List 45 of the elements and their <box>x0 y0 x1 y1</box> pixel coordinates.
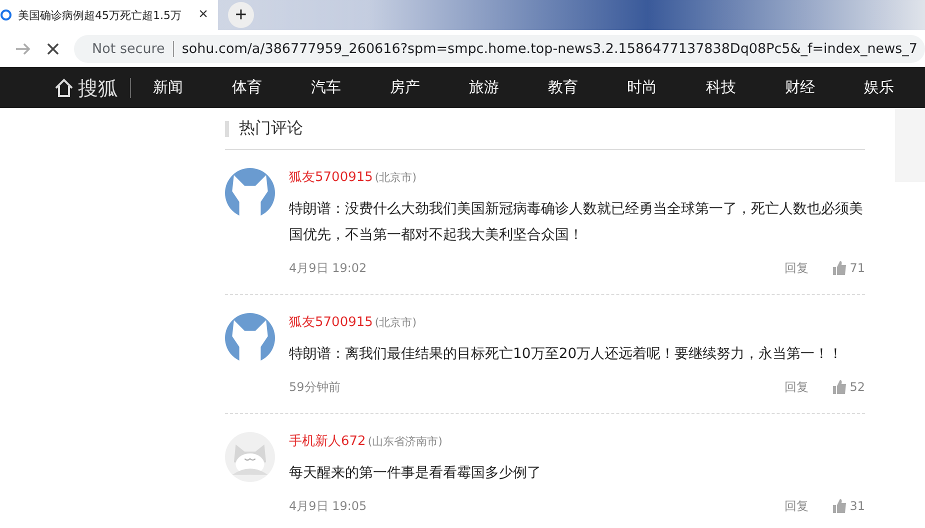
comment-text: 特朗谱：离我们最佳结果的目标死亡10万至20万人还远着呢！要继续努力，永当第一！！ <box>289 345 844 364</box>
fox-avatar[interactable] <box>225 313 275 363</box>
browser-tab[interactable]: 美国确诊病例超45万死亡超1.5万 × <box>0 0 218 30</box>
user-location: (北京市) <box>374 315 416 330</box>
security-label: Not secure <box>92 40 174 56</box>
username-link[interactable]: 手机新人672 <box>289 432 366 450</box>
cat-avatar[interactable] <box>225 432 275 482</box>
user-location: (北京市) <box>374 170 416 185</box>
like-button[interactable]: 31 <box>832 499 865 513</box>
reply-link[interactable]: 回复 <box>784 378 809 396</box>
comment-time: 59分钟前 <box>289 378 342 396</box>
user-location: (山东省济南市) <box>368 434 442 449</box>
username-link[interactable]: 狐友5700915 <box>289 168 373 186</box>
stop-icon[interactable] <box>46 42 60 56</box>
like-button[interactable]: 52 <box>832 380 865 394</box>
comment-text: 特朗谱：没费什么大劲我们美国新冠病毒确诊人数就已经勇当全球第一了，死亡人数也必须美国优先，不当第一都对不起我大美利坚合众国！ <box>289 200 864 245</box>
nav-link[interactable]: 教育 <box>548 78 627 97</box>
address-bar[interactable]: Not secure sohu.com/a/386777959_260616?spm=smpc.home.top-news3.2.1586477137838Dq08Pc5&_f=index_news_7 <box>74 34 925 62</box>
comment-text: 每天醒来的第一件事是看看霉国多少例了 <box>289 464 542 483</box>
like-button[interactable]: 71 <box>832 261 865 275</box>
reply-link[interactable]: 回复 <box>784 260 809 276</box>
nav-link[interactable]: 娱乐 <box>864 78 894 97</box>
reply-link[interactable]: 回复 <box>784 498 809 514</box>
nav-link[interactable]: 房产 <box>390 78 469 97</box>
site-logo[interactable]: 搜狐 <box>54 78 131 98</box>
nav-link[interactable]: 体育 <box>232 78 311 97</box>
comment-time: 4月9日 19:05 <box>289 498 368 514</box>
loading-icon <box>0 9 12 21</box>
thumbs-up-icon <box>832 261 847 275</box>
thumbs-up-icon <box>832 499 847 513</box>
nav-link[interactable]: 旅游 <box>469 78 548 97</box>
close-tab-button[interactable]: × <box>194 6 212 24</box>
nav-link[interactable]: 新闻 <box>153 78 232 97</box>
tab-title: 美国确诊病例超45万死亡超1.5万 <box>18 8 182 22</box>
username-link[interactable]: 狐友5700915 <box>289 313 373 331</box>
nav-link[interactable]: 汽车 <box>311 78 390 97</box>
section-title: 热门评论 <box>239 118 303 139</box>
nav-link[interactable]: 科技 <box>706 78 785 97</box>
fox-avatar[interactable] <box>225 168 275 218</box>
url-text: sohu.com/a/386777959_260616?spm=smpc.home.top-news3.2.1586477137838Dq08Pc5&_f=index_news_7 <box>182 40 918 56</box>
comment-time: 4月9日 19:02 <box>289 260 368 276</box>
nav-link[interactable]: 时尚 <box>627 78 706 97</box>
new-tab-button[interactable]: + <box>228 2 254 28</box>
nav-link[interactable]: 财经 <box>785 78 864 97</box>
thumbs-up-icon <box>832 380 847 394</box>
